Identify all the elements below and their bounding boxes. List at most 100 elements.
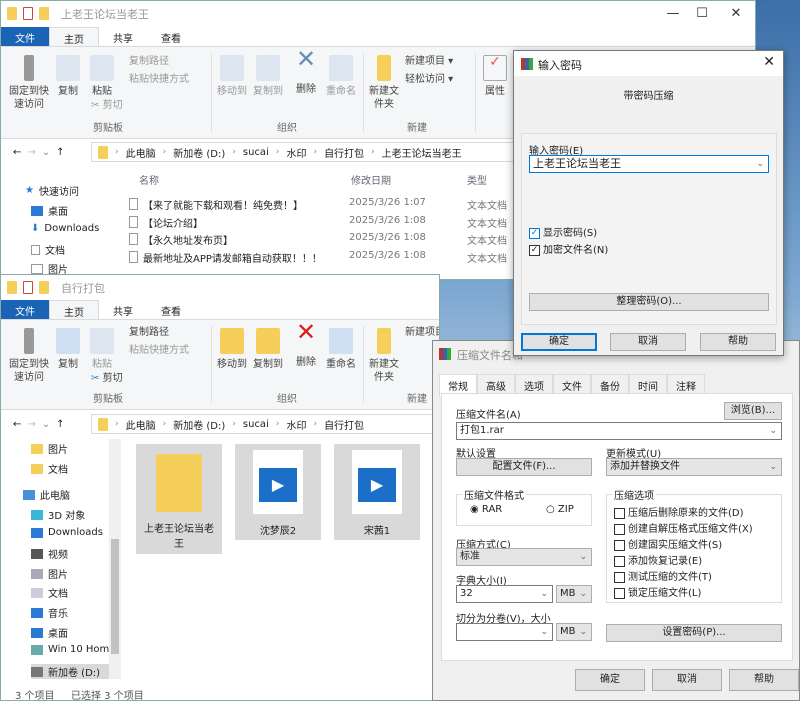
properties-button[interactable]: ✓ 属性 xyxy=(483,55,507,98)
option-checkbox[interactable]: 添加恢复记录(E) xyxy=(614,552,702,567)
sidebar-item[interactable]: 桌面 xyxy=(31,625,68,640)
option-checkbox[interactable]: 压缩后删除原来的文件(D) xyxy=(614,504,744,519)
password-input[interactable]: 上老王论坛当老王 ⌄ xyxy=(529,155,769,173)
back-icon[interactable]: ← xyxy=(13,147,21,158)
tab-home[interactable]: 主页 xyxy=(49,27,99,46)
move-to-button[interactable]: 移动到 xyxy=(215,328,249,371)
move-to-button[interactable]: 移动到 xyxy=(215,55,249,98)
new-folder-button[interactable]: 新建文件夹 xyxy=(367,55,401,111)
sidebar-item[interactable]: 新加卷 (D:) xyxy=(31,664,117,679)
sidebar-scrollbar[interactable] xyxy=(109,439,121,679)
cut-button[interactable]: ✂ 剪切 xyxy=(91,99,123,112)
option-checkbox[interactable]: 测试压缩的文件(T) xyxy=(614,568,712,583)
easy-access-button[interactable]: 轻松访问 ▾ xyxy=(405,73,453,86)
copy-button[interactable]: 复制 xyxy=(55,328,81,371)
paste-button[interactable]: 粘贴 xyxy=(87,328,117,371)
crumb[interactable]: sucai xyxy=(243,419,269,430)
sidebar-item[interactable]: 文档 xyxy=(31,585,68,600)
up-icon[interactable]: ↑ xyxy=(56,419,64,430)
chevron-down-icon[interactable]: ⌄ xyxy=(756,156,764,172)
pin-button[interactable]: 固定到快速访问 xyxy=(7,328,51,384)
new-folder-icon[interactable] xyxy=(39,281,49,294)
properties-icon[interactable] xyxy=(23,7,33,20)
file-item[interactable]: ▶ 沈梦辰2 xyxy=(235,444,321,540)
sidebar-item[interactable]: 音乐 xyxy=(31,605,68,620)
copy-path-button[interactable]: 复制路径 xyxy=(129,326,169,339)
crumb[interactable]: 水印 xyxy=(286,145,306,160)
recent-icon[interactable]: ⌄ xyxy=(42,147,50,158)
crumb[interactable]: 自行打包 xyxy=(324,145,364,160)
file-item[interactable]: 上老王论坛当老王 xyxy=(136,444,222,554)
forward-icon[interactable]: → xyxy=(27,419,35,430)
tab-file[interactable]: 文件 xyxy=(1,300,49,319)
close-icon[interactable]: ✕ xyxy=(763,54,775,70)
option-checkbox[interactable]: 锁定压缩文件(L) xyxy=(614,584,701,599)
delete-button[interactable]: ✕ 删除 xyxy=(293,320,319,369)
copy-to-button[interactable]: 复制到 xyxy=(251,55,285,98)
help-button[interactable]: 帮助 xyxy=(700,333,776,351)
radio-zip[interactable]: ○ ZIP xyxy=(546,504,574,515)
sidebar-item[interactable]: 文档 xyxy=(31,242,65,257)
sidebar-item[interactable]: 图片 xyxy=(31,566,68,581)
tab-file[interactable]: 文件 xyxy=(1,27,49,46)
dict-size-combo[interactable]: 32 ⌄ xyxy=(456,585,553,603)
recent-icon[interactable]: ⌄ xyxy=(42,419,50,430)
cut-button[interactable]: ✂ 剪切 xyxy=(91,372,123,385)
delete-button[interactable]: ✕ 删除 xyxy=(293,47,319,96)
pin-button[interactable]: 固定到快速访问 xyxy=(7,55,51,111)
rename-button[interactable]: 重命名 xyxy=(325,55,357,98)
new-item-button[interactable]: 新建项目 xyxy=(405,326,439,339)
help-button[interactable]: 帮助 xyxy=(729,669,799,691)
crumb[interactable]: 上老王论坛当老王 xyxy=(382,145,462,160)
forward-icon[interactable]: → xyxy=(27,147,35,158)
method-select[interactable]: 标准 ⌄ xyxy=(456,548,592,566)
update-mode-select[interactable]: 添加并替换文件 ⌄ xyxy=(606,458,782,476)
encrypt-names-checkbox[interactable]: ✓ 加密文件名(N) xyxy=(529,241,608,256)
chevron-down-icon[interactable]: ⌄ xyxy=(769,423,777,439)
crumb[interactable]: 此电脑 xyxy=(126,145,156,160)
back-icon[interactable]: ← xyxy=(13,419,21,430)
column-date[interactable]: 修改日期 xyxy=(351,172,391,187)
option-checkbox[interactable]: 创建自解压格式压缩文件(X) xyxy=(614,520,753,535)
sidebar-item[interactable]: 视频 xyxy=(31,546,68,561)
crumb[interactable]: 此电脑 xyxy=(126,417,156,432)
copy-button[interactable]: 复制 xyxy=(55,55,81,98)
tab-share[interactable]: 共享 xyxy=(99,300,147,319)
sidebar-item[interactable]: Downloads xyxy=(31,527,103,538)
sidebar-item[interactable]: 桌面 xyxy=(31,203,68,218)
maximize-button[interactable]: ☐ xyxy=(685,1,719,26)
ok-button[interactable]: 确定 xyxy=(575,669,645,691)
sidebar-item[interactable]: 此电脑 xyxy=(23,487,70,502)
archive-name-combo[interactable]: 打包1.rar ⌄ xyxy=(456,422,782,440)
new-folder-button[interactable]: 新建文件夹 xyxy=(367,328,401,384)
show-password-checkbox[interactable]: ✓ 显示密码(S) xyxy=(529,224,597,239)
up-icon[interactable]: ↑ xyxy=(56,147,64,158)
tab-view[interactable]: 查看 xyxy=(147,27,195,46)
cancel-button[interactable]: 取消 xyxy=(610,333,686,351)
breadcrumb[interactable]: › 此电脑 › 新加卷 (D:) › sucai › 水印 › 自行打包 xyxy=(91,414,439,434)
crumb[interactable]: 水印 xyxy=(286,417,306,432)
sidebar-item[interactable]: 文档 xyxy=(31,461,68,476)
copy-path-button[interactable]: 复制路径 xyxy=(129,55,169,68)
sidebar-item[interactable]: 3D 对象 xyxy=(31,507,85,522)
split-unit-select[interactable]: MB ⌄ xyxy=(556,623,592,641)
browse-button[interactable]: 浏览(B)... xyxy=(724,402,782,420)
paste-button[interactable]: 粘贴 xyxy=(87,55,117,98)
split-size-combo[interactable]: ⌄ xyxy=(456,623,553,641)
sidebar-item-quick-access[interactable]: ★ 快速访问 xyxy=(25,183,79,198)
file-item[interactable]: ▶ 宋茜1 xyxy=(334,444,420,540)
new-item-button[interactable]: 新建项目 ▾ xyxy=(405,55,453,68)
profiles-button[interactable]: 配置文件(F)... xyxy=(456,458,592,476)
dict-unit-select[interactable]: MB ⌄ xyxy=(556,585,592,603)
tab-home[interactable]: 主页 xyxy=(49,300,99,319)
cancel-button[interactable]: 取消 xyxy=(652,669,722,691)
close-button[interactable]: ✕ xyxy=(719,1,753,26)
ok-button[interactable]: 确定 xyxy=(521,333,597,351)
organize-passwords-button[interactable]: 整理密码(O)... xyxy=(529,293,769,311)
sidebar-item[interactable]: 图片 xyxy=(31,441,68,456)
sidebar-item[interactable]: ⬇ Downloads xyxy=(31,223,99,234)
column-type[interactable]: 类型 xyxy=(467,172,487,187)
properties-icon[interactable] xyxy=(23,281,33,294)
tab-view[interactable]: 查看 xyxy=(147,300,195,319)
rename-button[interactable]: 重命名 xyxy=(325,328,357,371)
